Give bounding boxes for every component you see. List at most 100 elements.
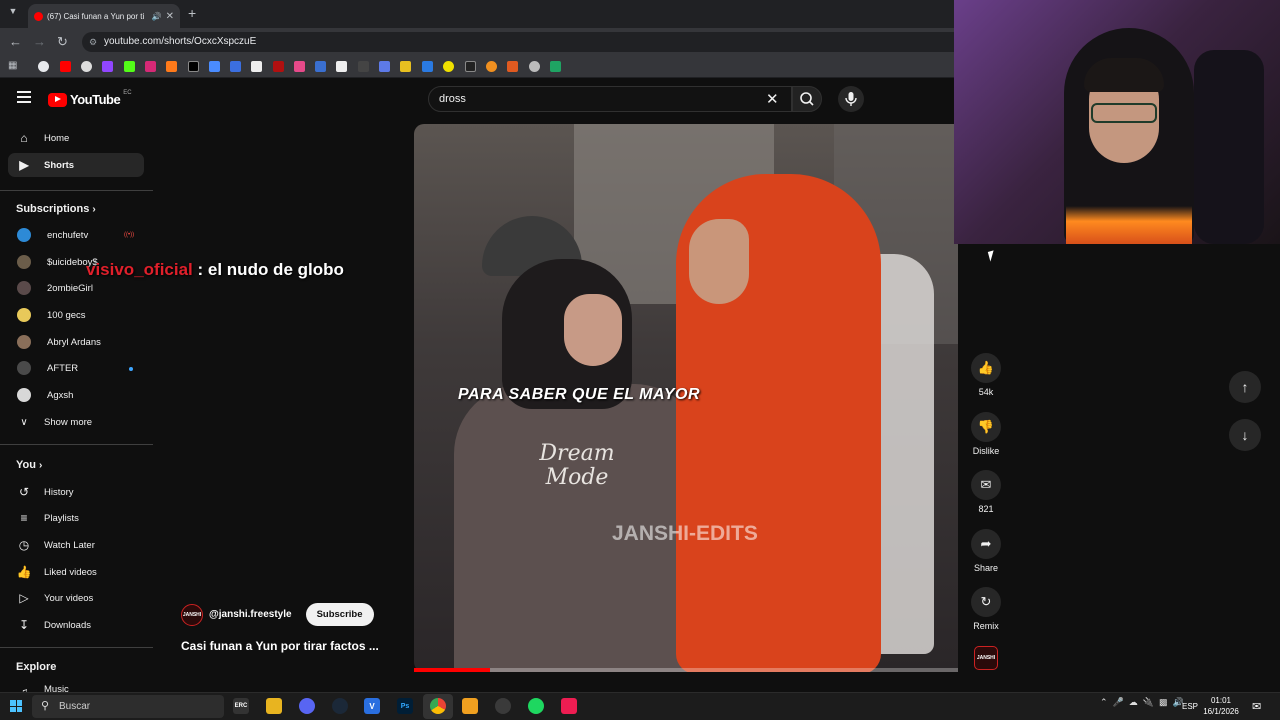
bookmark-google-icon[interactable] [38,61,49,72]
windows-start-icon[interactable] [10,700,22,712]
avatar [17,228,31,242]
sidebar-sub-after[interactable]: AFTER [8,356,144,380]
bookmark-instagram-icon[interactable] [145,61,156,72]
photoshop-icon[interactable]: Ps [397,698,413,714]
bookmark-icon-10[interactable] [230,61,241,72]
sidebar-sub-100gecs[interactable]: 100 gecs [8,303,144,327]
bookmark-kick-icon[interactable] [124,61,135,72]
youtube-logo[interactable]: YouTube EC [48,90,132,107]
search-button[interactable] [792,86,822,112]
guide-menu-icon[interactable] [17,91,31,103]
sidebar-item-home[interactable]: ⌂ Home [8,126,144,150]
share-button[interactable]: ➦ Share [967,529,1005,573]
bookmark-icon-24[interactable] [529,61,540,72]
sidebar-item-history[interactable]: ↺ History [8,480,144,504]
search-input[interactable]: dross [428,86,792,112]
dislike-button[interactable]: 👎 Dislike [967,412,1005,456]
tab-search-chevron-icon[interactable]: ▼ [6,6,20,20]
sidebar-item-downloads[interactable]: ↧ Downloads [8,613,144,637]
bookmark-icon-20[interactable] [443,61,454,72]
home-icon: ⌂ [20,131,28,145]
system-tray[interactable]: ⌃ 🎤 ☁ 🔌 ▩ 🔊 [1100,697,1184,708]
bookmark-icon-22[interactable] [486,61,497,72]
channel-name[interactable]: @janshi.freestyle [209,609,292,620]
bookmark-icon-21[interactable] [465,61,476,72]
clear-search-icon[interactable]: ✕ [766,90,779,108]
show-more-button[interactable]: ∨ Show more [8,410,144,434]
sound-thumbnail[interactable]: JANSHI [974,646,998,670]
chrome-icon[interactable] [430,698,446,714]
browser-tab[interactable]: (67) Casi funan a Yun por ti 🔊 ✕ [28,4,180,28]
sidebar-item-shorts[interactable]: ▶ Shorts [8,153,144,177]
steam-icon[interactable] [332,698,348,714]
taskbar-app-icon[interactable]: ERC [233,698,249,714]
bookmark-icon-11[interactable] [251,61,262,72]
bookmark-icon-17[interactable] [379,61,390,72]
like-count: 54k [978,387,994,397]
dislike-icon: 👎 [971,412,1001,442]
discord-icon[interactable] [299,698,315,714]
previous-short-button[interactable]: ↑ [1229,371,1261,403]
subscriptions-header[interactable]: Subscriptions › [16,203,96,215]
taskbar-clock[interactable]: 01:01 16/1/2026 [1201,695,1241,717]
bookmark-translate-icon[interactable] [209,61,220,72]
you-header[interactable]: You › [16,459,42,471]
video-person-face [689,219,749,304]
new-tab-button[interactable]: + [188,5,196,21]
reload-icon[interactable]: ↻ [57,34,68,50]
sidebar-item-watch-later[interactable]: ◷ Watch Later [8,533,144,557]
forward-icon[interactable]: → [33,34,46,49]
bookmark-sheets-icon[interactable] [550,61,561,72]
video-progress-bar[interactable] [414,668,958,672]
remix-button[interactable]: ↻ Remix [967,587,1005,631]
sidebar-item-your-videos[interactable]: ▷ Your videos [8,586,144,610]
bookmark-icon-13[interactable] [294,61,305,72]
you-title: You [16,459,36,471]
sidebar-sub-abryl-ardans[interactable]: Abryl Ardans [8,330,144,354]
apps-grid-icon[interactable]: ▦ [8,60,19,71]
taskbar-search[interactable]: ⚲ Buscar [32,695,224,718]
clock-date: 16/1/2026 [1203,707,1239,716]
channel-avatar[interactable]: JANSHI [181,603,203,626]
tiktok-icon[interactable] [561,698,577,714]
bookmark-icon-3[interactable] [81,61,92,72]
obs-icon[interactable] [495,698,511,714]
comments-button[interactable]: ✉ 821 [967,470,1005,514]
chevron-down-icon: ∨ [20,416,28,428]
sidebar-sub-agxsh[interactable]: Agxsh [8,383,144,407]
bookmark-icon-19[interactable] [422,61,433,72]
bookmark-icon-12[interactable] [273,61,284,72]
shorts-icon: ▶ [19,158,29,172]
sidebar-item-playlists[interactable]: ≡ Playlists [8,506,144,530]
like-button[interactable]: 👍 54k [967,353,1005,397]
input-language[interactable]: ESP [1182,702,1198,711]
sidebar-item-label: Shorts [44,159,75,171]
next-short-button[interactable]: ↓ [1229,419,1261,451]
sidebar-divider [0,647,153,648]
bookmark-youtube-icon[interactable] [60,61,71,72]
spotify-icon[interactable] [528,698,544,714]
bookmark-icon-18[interactable] [400,61,411,72]
subscribe-button[interactable]: Subscribe [305,603,374,626]
voice-search-button[interactable] [838,86,864,112]
site-info-icon[interactable]: ⚙ [89,32,97,52]
fl-studio-icon[interactable] [462,698,478,714]
notifications-icon[interactable]: ✉ [1252,700,1261,713]
bookmark-notion-icon[interactable] [336,61,347,72]
tab-audio-icon[interactable]: 🔊 [152,12,162,21]
bookmark-icon-7[interactable] [166,61,177,72]
tab-close-icon[interactable]: ✕ [166,11,174,22]
bookmark-icon-23[interactable] [507,61,518,72]
bookmark-x-icon[interactable] [188,61,199,72]
bookmark-twitch-icon[interactable] [102,61,113,72]
bookmark-icon-16[interactable] [358,61,369,72]
dislike-label: Dislike [972,446,1000,456]
file-explorer-icon[interactable] [266,698,282,714]
sidebar-item-liked-videos[interactable]: 👍 Liked videos [8,560,144,584]
bookmark-icon-14[interactable] [315,61,326,72]
sidebar-item-label: Home [44,132,70,144]
back-icon[interactable]: ← [9,34,22,49]
vegas-icon[interactable]: V [364,698,380,714]
shirt-print-text: Dream Mode [539,441,615,490]
short-title[interactable]: Casi funan a Yun por tirar factos ... [181,639,379,653]
